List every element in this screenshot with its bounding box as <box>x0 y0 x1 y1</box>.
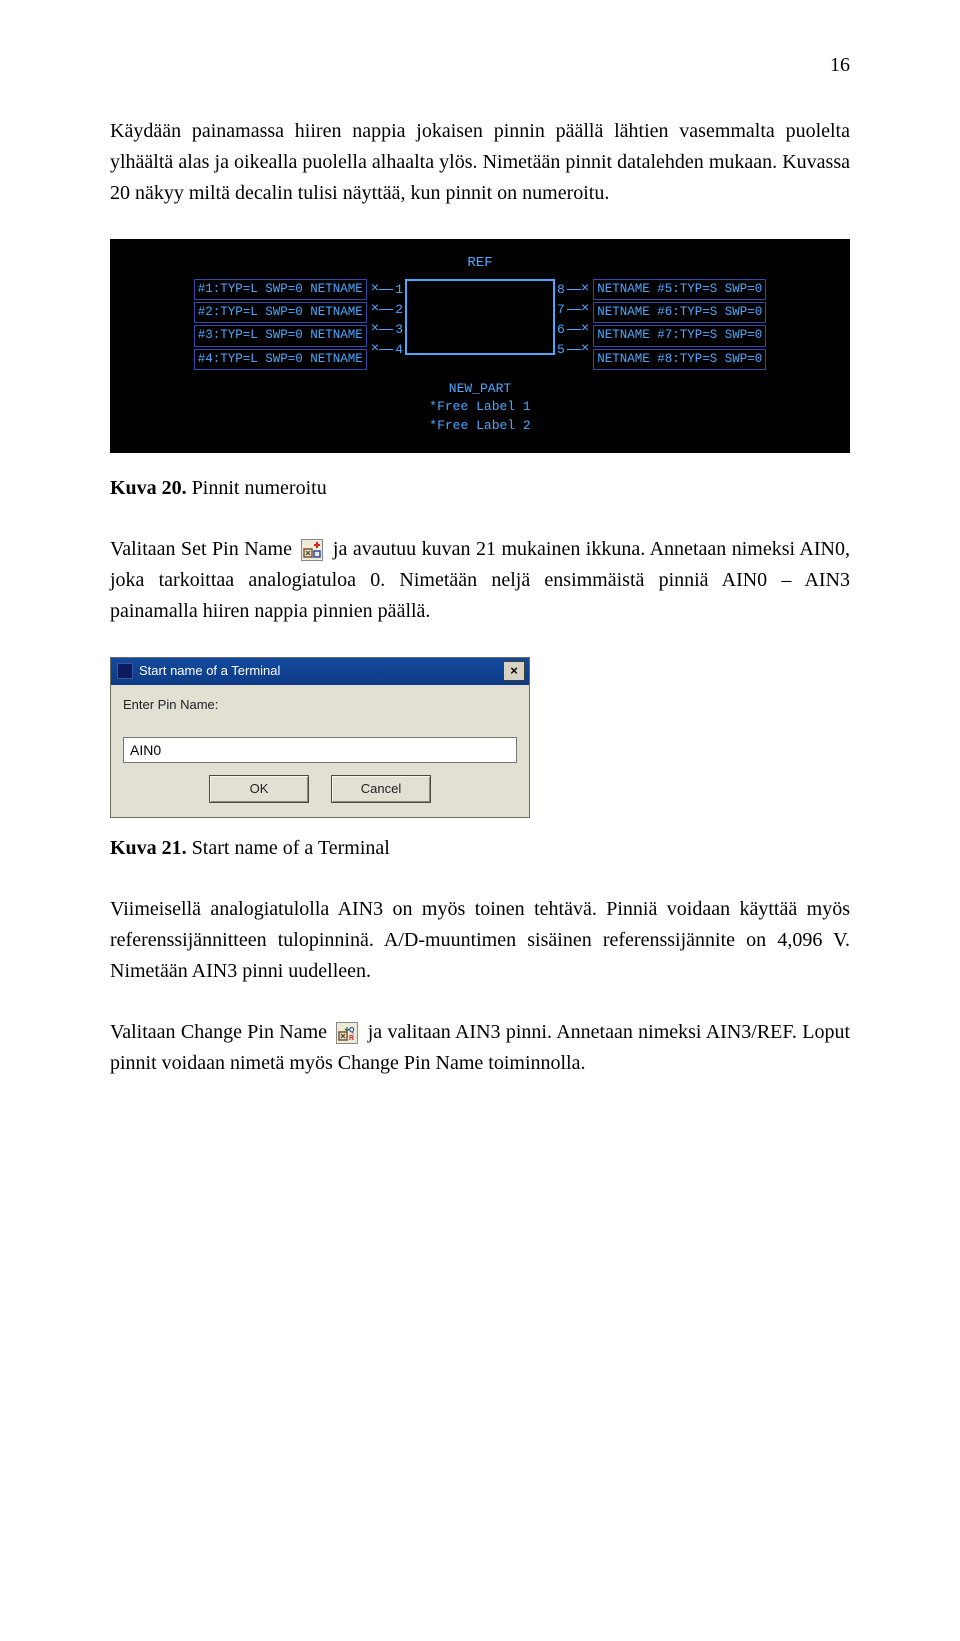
schematic-ref: REF <box>122 253 838 275</box>
pin-num: 3 <box>393 320 405 340</box>
pin-num: 5 <box>555 340 567 360</box>
ok-button[interactable]: OK <box>209 775 309 803</box>
figure-20-schematic: REF #1:TYP=L SWP=0 NETNAME #2:TYP=L SWP=… <box>110 239 850 453</box>
pin-label: #2:TYP=L SWP=0 NETNAME <box>194 302 367 323</box>
stub-x-icon: × <box>581 279 589 301</box>
chip-outline <box>405 279 555 355</box>
pin-label: #3:TYP=L SWP=0 NETNAME <box>194 325 367 346</box>
pin-label: NETNAME #6:TYP=S SWP=0 <box>593 302 766 323</box>
caption-text: Pinnit numeroitu <box>187 477 327 499</box>
left-stubs: × 1 × 2 × 3 × 4 <box>371 279 405 359</box>
right-stubs: 8 × 7 × 6 × 5 × <box>555 279 589 359</box>
caption-bold: Kuva 20. <box>110 477 187 499</box>
paragraph-4a: Valitaan Change Pin Name <box>110 1021 332 1043</box>
svg-text:R: R <box>349 1035 354 1042</box>
svg-text:Q: Q <box>349 1027 355 1034</box>
caption-bold: Kuva 21. <box>110 837 187 859</box>
set-pin-name-icon <box>301 539 323 561</box>
bottom-label: NEW_PART <box>122 380 838 398</box>
figure-20-caption: Kuva 20. Pinnit numeroitu <box>110 473 850 504</box>
pin-num: 4 <box>393 340 405 360</box>
paragraph-2a: Valitaan Set Pin Name <box>110 538 297 560</box>
dialog-close-button[interactable]: × <box>503 661 525 681</box>
pin-label: #4:TYP=L SWP=0 NETNAME <box>194 349 367 370</box>
page-number: 16 <box>110 50 850 81</box>
pin-label: #1:TYP=L SWP=0 NETNAME <box>194 279 367 300</box>
pin-num: 8 <box>555 280 567 300</box>
left-pin-labels: #1:TYP=L SWP=0 NETNAME #2:TYP=L SWP=0 NE… <box>194 279 367 371</box>
stub-x-icon: × <box>371 319 379 341</box>
pin-num: 1 <box>393 280 405 300</box>
stub-x-icon: × <box>371 299 379 321</box>
stub-x-icon: × <box>581 339 589 361</box>
change-pin-name-icon: Q R <box>336 1022 358 1044</box>
dialog-prompt: Enter Pin Name: <box>123 695 517 715</box>
pin-num: 2 <box>393 300 405 320</box>
stub-x-icon: × <box>581 319 589 341</box>
stub-x-icon: × <box>581 299 589 321</box>
dialog-title: Start name of a Terminal <box>139 661 280 681</box>
paragraph-4: Valitaan Change Pin Name Q R ja valitaan… <box>110 1017 850 1079</box>
pin-name-input[interactable] <box>123 737 517 763</box>
bottom-label: *Free Label 2 <box>122 417 838 435</box>
pin-num: 7 <box>555 300 567 320</box>
stub-x-icon: × <box>371 339 379 361</box>
paragraph-2: Valitaan Set Pin Name ja avautuu kuvan 2… <box>110 534 850 627</box>
cancel-button[interactable]: Cancel <box>331 775 431 803</box>
paragraph-1: Käydään painamassa hiiren nappia jokaise… <box>110 116 850 209</box>
schematic-bottom-labels: NEW_PART *Free Label 1 *Free Label 2 <box>122 380 838 435</box>
pin-num: 6 <box>555 320 567 340</box>
dialog-titlebar: Start name of a Terminal × <box>111 658 529 685</box>
pin-label: NETNAME #5:TYP=S SWP=0 <box>593 279 766 300</box>
figure-21-dialog: Start name of a Terminal × Enter Pin Nam… <box>110 657 530 818</box>
figure-21-caption: Kuva 21. Start name of a Terminal <box>110 833 850 864</box>
caption-text: Start name of a Terminal <box>187 837 390 859</box>
stub-x-icon: × <box>371 279 379 301</box>
pin-label: NETNAME #8:TYP=S SWP=0 <box>593 349 766 370</box>
bottom-label: *Free Label 1 <box>122 398 838 416</box>
dialog-app-icon <box>117 663 133 679</box>
pin-label: NETNAME #7:TYP=S SWP=0 <box>593 325 766 346</box>
right-pin-labels: NETNAME #5:TYP=S SWP=0 NETNAME #6:TYP=S … <box>593 279 766 371</box>
paragraph-3: Viimeisellä analogiatulolla AIN3 on myös… <box>110 894 850 987</box>
